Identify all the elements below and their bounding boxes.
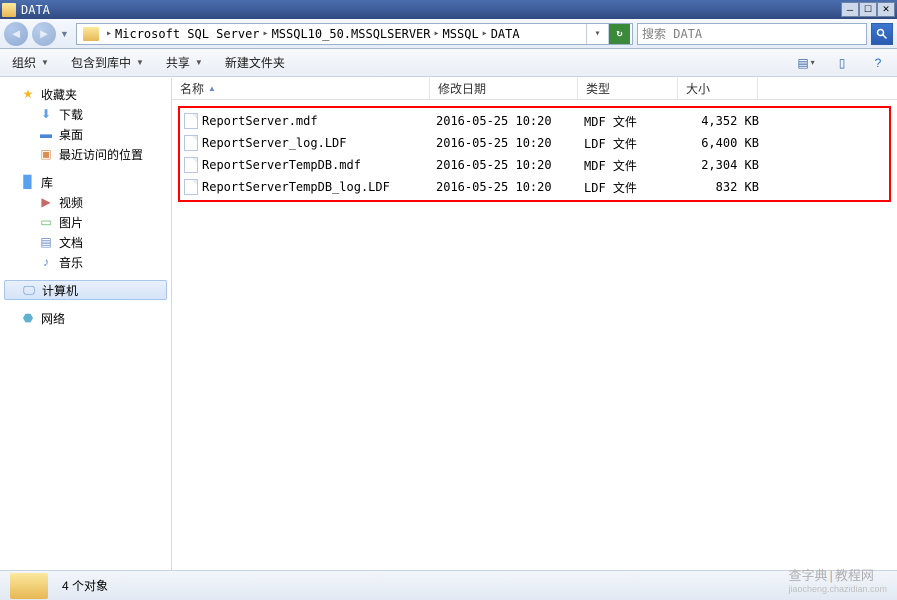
file-size: 832 KB — [684, 180, 759, 194]
column-header-date[interactable]: 修改日期 — [430, 78, 578, 99]
search-input[interactable]: 搜索 DATA — [637, 23, 867, 45]
file-size: 2,304 KB — [684, 158, 759, 172]
library-icon: ▉ — [20, 174, 36, 190]
file-icon — [184, 179, 198, 195]
file-icon — [184, 157, 198, 173]
file-list: ReportServer.mdf 2016-05-25 10:20 MDF 文件… — [172, 100, 897, 570]
tree-network[interactable]: ⬣网络 — [0, 308, 171, 328]
breadcrumb-item[interactable]: DATA — [491, 27, 520, 41]
include-in-library-button[interactable]: 包含到库中▼ — [67, 51, 148, 74]
breadcrumb: Microsoft SQL Server▸ MSSQL10_50.MSSQLSE… — [115, 27, 586, 41]
file-size: 6,400 KB — [684, 136, 759, 150]
file-area: 名称▲ 修改日期 类型 大小 ReportServer.mdf 2016-05-… — [172, 78, 897, 570]
document-icon: ▤ — [38, 234, 54, 250]
file-date: 2016-05-25 10:20 — [436, 158, 584, 172]
status-text: 4 个对象 — [62, 577, 108, 594]
minimize-button[interactable]: ─ — [841, 2, 859, 17]
refresh-button[interactable]: ↻ — [608, 24, 630, 44]
share-button[interactable]: 共享▼ — [162, 51, 207, 74]
search-placeholder: 搜索 DATA — [642, 25, 862, 42]
back-button[interactable]: ◄ — [4, 22, 28, 46]
tree-pictures[interactable]: ▭图片 — [0, 212, 171, 232]
file-type: MDF 文件 — [584, 157, 684, 174]
file-type: MDF 文件 — [584, 113, 684, 130]
address-bar[interactable]: ▸ Microsoft SQL Server▸ MSSQL10_50.MSSQL… — [76, 23, 633, 45]
download-icon: ⬇ — [38, 106, 54, 122]
navigation-tree: ★收藏夹 ⬇下载 ▬桌面 ▣最近访问的位置 ▉库 ▶视频 ▭图片 ▤文档 ♪音乐… — [0, 78, 172, 570]
main-area: ★收藏夹 ⬇下载 ▬桌面 ▣最近访问的位置 ▉库 ▶视频 ▭图片 ▤文档 ♪音乐… — [0, 77, 897, 570]
window-controls: ─ ☐ ✕ — [841, 2, 895, 17]
file-date: 2016-05-25 10:20 — [436, 114, 584, 128]
column-header-name[interactable]: 名称▲ — [172, 78, 430, 99]
file-name: ReportServer_log.LDF — [202, 136, 347, 150]
file-size: 4,352 KB — [684, 114, 759, 128]
close-button[interactable]: ✕ — [877, 2, 895, 17]
column-header-type[interactable]: 类型 — [578, 78, 678, 99]
file-row[interactable]: ReportServerTempDB.mdf 2016-05-25 10:20 … — [180, 154, 889, 176]
desktop-icon: ▬ — [38, 126, 54, 142]
view-options-button[interactable]: ▤ ▾ — [795, 52, 817, 74]
file-icon — [184, 113, 198, 129]
tree-downloads[interactable]: ⬇下载 — [0, 104, 171, 124]
tree-videos[interactable]: ▶视频 — [0, 192, 171, 212]
breadcrumb-item[interactable]: Microsoft SQL Server — [115, 27, 260, 41]
search-button[interactable] — [871, 23, 893, 45]
file-name: ReportServerTempDB_log.LDF — [202, 180, 390, 194]
statusbar: 4 个对象 查字典|教程网 jiaocheng.chazidian.com — [0, 570, 897, 600]
folder-icon — [83, 27, 99, 41]
tree-documents[interactable]: ▤文档 — [0, 232, 171, 252]
breadcrumb-item[interactable]: MSSQL — [443, 27, 479, 41]
file-name: ReportServer.mdf — [202, 114, 318, 128]
window-title: DATA — [21, 3, 50, 17]
maximize-button[interactable]: ☐ — [859, 2, 877, 17]
preview-pane-button[interactable]: ▯ — [831, 52, 853, 74]
recent-icon: ▣ — [38, 146, 54, 162]
file-date: 2016-05-25 10:20 — [436, 136, 584, 150]
search-icon — [876, 28, 888, 40]
video-icon: ▶ — [38, 194, 54, 210]
toolbar: 组织▼ 包含到库中▼ 共享▼ 新建文件夹 ▤ ▾ ▯ ? — [0, 49, 897, 77]
column-header-size[interactable]: 大小 — [678, 78, 758, 99]
watermark: 查字典|教程网 jiaocheng.chazidian.com — [788, 565, 887, 594]
tree-favorites[interactable]: ★收藏夹 — [0, 84, 171, 104]
file-row[interactable]: ReportServerTempDB_log.LDF 2016-05-25 10… — [180, 176, 889, 198]
folder-icon — [10, 573, 48, 599]
file-icon — [184, 135, 198, 151]
star-icon: ★ — [20, 86, 36, 102]
computer-icon: 🖵 — [21, 282, 37, 298]
network-icon: ⬣ — [20, 310, 36, 326]
tree-computer[interactable]: 🖵计算机 — [4, 280, 167, 300]
music-icon: ♪ — [38, 254, 54, 270]
file-row[interactable]: ReportServer.mdf 2016-05-25 10:20 MDF 文件… — [180, 110, 889, 132]
titlebar: DATA ─ ☐ ✕ — [0, 0, 897, 19]
column-headers: 名称▲ 修改日期 类型 大小 — [172, 78, 897, 100]
tree-recent[interactable]: ▣最近访问的位置 — [0, 144, 171, 164]
history-dropdown[interactable]: ▼ — [60, 29, 72, 39]
picture-icon: ▭ — [38, 214, 54, 230]
folder-icon — [2, 3, 16, 17]
file-name: ReportServerTempDB.mdf — [202, 158, 361, 172]
selection-highlight: ReportServer.mdf 2016-05-25 10:20 MDF 文件… — [178, 106, 891, 202]
file-type: LDF 文件 — [584, 179, 684, 196]
new-folder-button[interactable]: 新建文件夹 — [221, 51, 289, 74]
help-button[interactable]: ? — [867, 52, 889, 74]
tree-library[interactable]: ▉库 — [0, 172, 171, 192]
tree-desktop[interactable]: ▬桌面 — [0, 124, 171, 144]
tree-music[interactable]: ♪音乐 — [0, 252, 171, 272]
file-type: LDF 文件 — [584, 135, 684, 152]
organize-button[interactable]: 组织▼ — [8, 51, 53, 74]
breadcrumb-item[interactable]: MSSQL10_50.MSSQLSERVER — [272, 27, 431, 41]
navbar: ◄ ► ▼ ▸ Microsoft SQL Server▸ MSSQL10_50… — [0, 19, 897, 49]
address-dropdown[interactable]: ▾ — [586, 24, 608, 44]
file-row[interactable]: ReportServer_log.LDF 2016-05-25 10:20 LD… — [180, 132, 889, 154]
forward-button[interactable]: ► — [32, 22, 56, 46]
file-date: 2016-05-25 10:20 — [436, 180, 584, 194]
